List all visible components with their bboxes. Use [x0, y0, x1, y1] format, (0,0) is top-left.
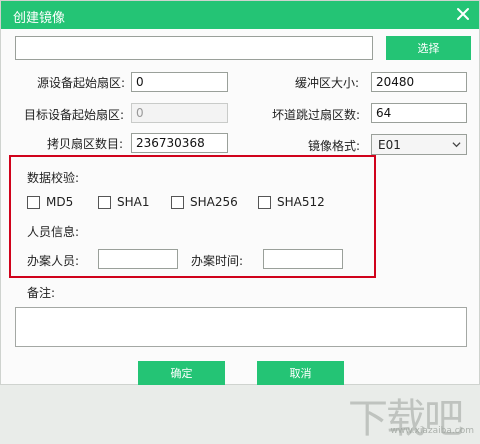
- target-start-sector-input[interactable]: [131, 103, 228, 123]
- copy-sector-count-input[interactable]: [131, 133, 228, 153]
- source-start-sector-input[interactable]: [131, 72, 228, 92]
- sha512-label: SHA512: [277, 195, 325, 209]
- site-watermark: 下载吧 www.xiazaiba.com: [348, 386, 478, 442]
- cancel-button[interactable]: 取消: [257, 361, 344, 385]
- md5-label: MD5: [46, 195, 74, 209]
- create-image-dialog: 创建镜像 选择 源设备起始扇区: 缓冲区大小: 目标设备起始扇区: 坏道跳过扇区…: [0, 0, 480, 385]
- sha512-checkbox[interactable]: [258, 196, 271, 209]
- copy-sector-count-label: 拷贝扇区数目:: [47, 137, 124, 151]
- notes-textarea[interactable]: [15, 307, 467, 347]
- person-info-title: 人员信息:: [27, 225, 80, 239]
- image-format-value: E01: [378, 138, 401, 152]
- dialog-title: 创建镜像: [13, 11, 66, 26]
- bad-sector-skip-input[interactable]: [371, 103, 467, 123]
- chevron-down-icon: [452, 142, 461, 148]
- case-time-input[interactable]: [263, 249, 343, 269]
- close-icon[interactable]: [455, 6, 471, 22]
- buffer-size-input[interactable]: [371, 72, 467, 92]
- ok-button[interactable]: 确定: [138, 361, 225, 385]
- target-start-sector-label: 目标设备起始扇区:: [24, 108, 125, 122]
- md5-checkbox[interactable]: [27, 196, 40, 209]
- browse-button[interactable]: 选择: [386, 36, 471, 60]
- image-path-input[interactable]: [15, 36, 373, 60]
- notes-label: 备注:: [27, 286, 56, 300]
- image-format-label: 镜像格式:: [308, 139, 361, 153]
- case-handler-input[interactable]: [98, 249, 178, 269]
- sha256-label: SHA256: [190, 195, 238, 209]
- title-bar: 创建镜像: [1, 1, 479, 29]
- case-time-label: 办案时间:: [191, 254, 244, 268]
- sha1-label: SHA1: [117, 195, 150, 209]
- image-format-select[interactable]: E01: [371, 134, 467, 155]
- data-verify-title: 数据校验:: [27, 171, 80, 185]
- buffer-size-label: 缓冲区大小:: [295, 76, 360, 90]
- sha1-checkbox[interactable]: [98, 196, 111, 209]
- watermark-url: www.xiazaiba.com: [390, 426, 474, 436]
- bad-sector-skip-label: 坏道跳过扇区数:: [272, 108, 361, 122]
- case-handler-label: 办案人员:: [27, 254, 80, 268]
- source-start-sector-label: 源设备起始扇区:: [37, 76, 126, 90]
- sha256-checkbox[interactable]: [171, 196, 184, 209]
